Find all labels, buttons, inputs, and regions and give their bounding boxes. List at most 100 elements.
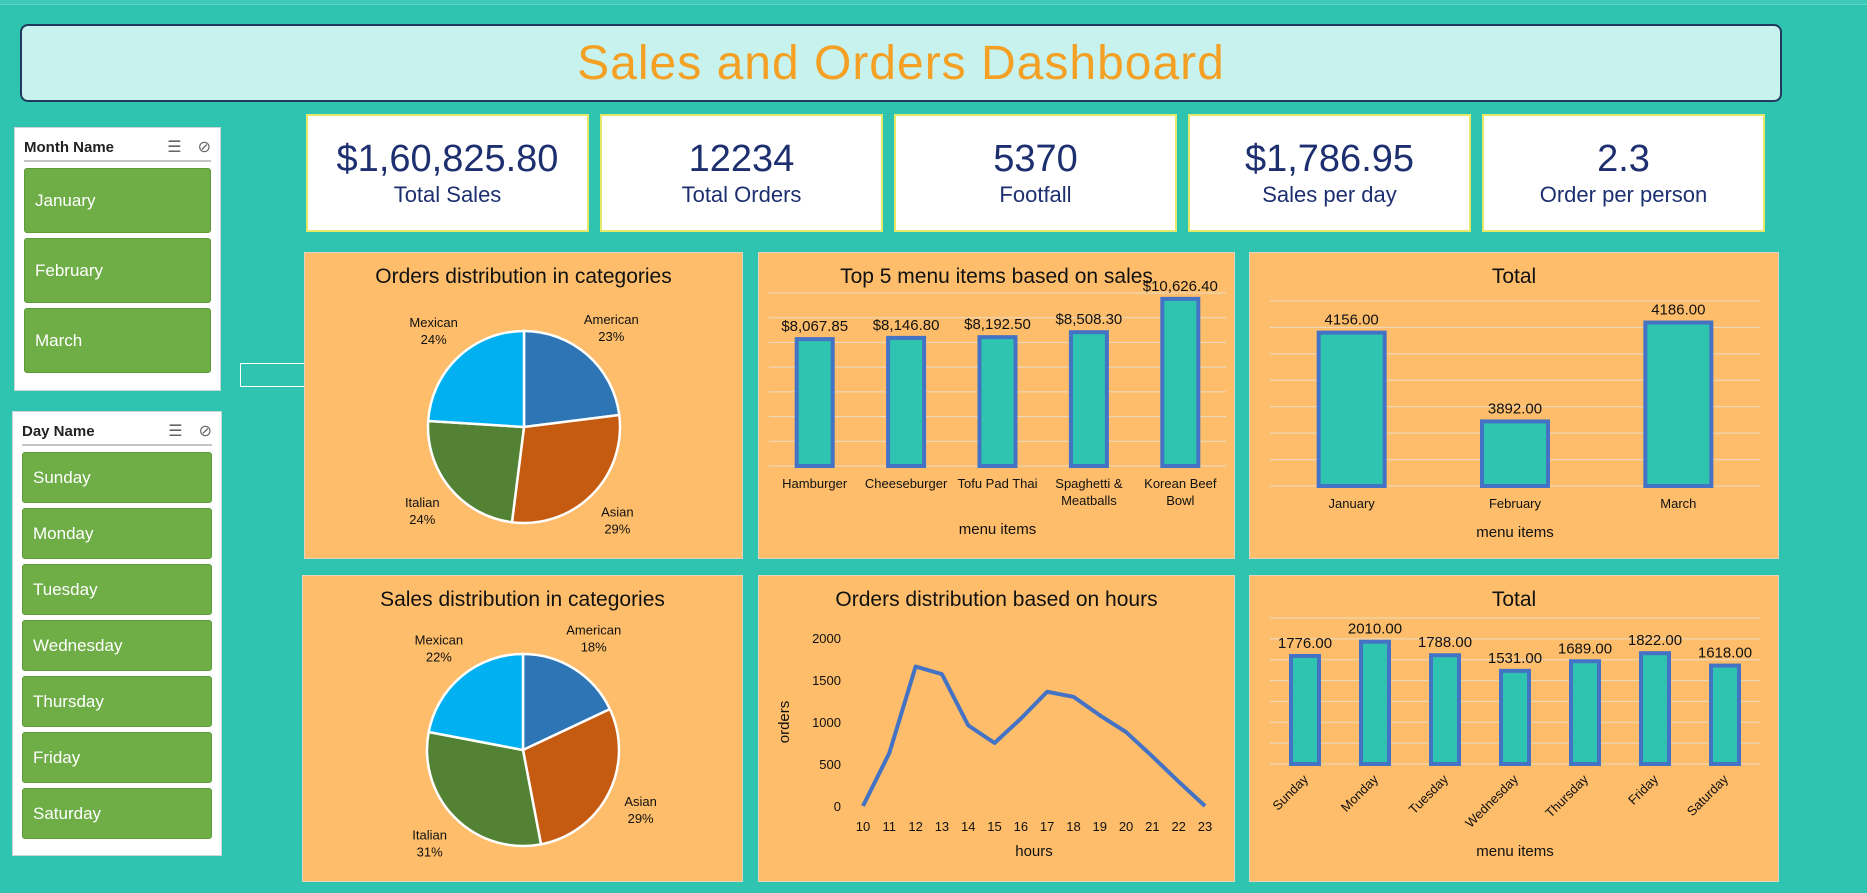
slicer-item-label: March (35, 330, 83, 350)
month-slicer-header: Month Name ☰ ⊘ (24, 134, 211, 162)
tick-label: Korean Beef (1144, 476, 1217, 491)
slicer-item-monday[interactable]: Monday (22, 508, 212, 559)
slicer-item-label: Saturday (33, 803, 102, 823)
day-bar-chart: 1776.00 Sunday 2010.00 Monday 1788.00 Tuesday… (1269, 617, 1760, 860)
pie-slice-label: Mexican (415, 632, 463, 647)
kpi-label: Total Orders (681, 182, 802, 207)
kpi-label: Sales per day (1262, 182, 1397, 207)
bar (1499, 668, 1531, 766)
pie-slice-label: American (584, 312, 639, 327)
pie-slice-percent: 29% (604, 521, 630, 536)
dashboard-title: Sales and Orders Dashboard (577, 36, 1225, 90)
y-tick-label: 1500 (812, 673, 841, 688)
slicer-item-january[interactable]: January (24, 168, 211, 233)
slicer-item-saturday[interactable]: Saturday (22, 788, 212, 839)
pie-slice-label: Mexican (409, 315, 457, 330)
bar (1429, 653, 1461, 766)
pie-slice-mexican (427, 652, 525, 752)
x-tick-label: 12 (908, 819, 922, 834)
month-bar-chart: 4156.00 January 3892.00 February 4186.00 Marc… (1270, 300, 1760, 541)
x-tick-label: 11 (883, 819, 897, 834)
data-label: $10,626.40 (1143, 278, 1218, 295)
x-tick-label: 21 (1145, 819, 1159, 834)
day-slicer-title: Day Name (22, 422, 95, 440)
bar (794, 337, 835, 468)
slicer-item-wednesday[interactable]: Wednesday (22, 620, 212, 671)
multi-select-icon[interactable]: ☰ (167, 137, 181, 157)
tick-label: Tofu Pad Thai (958, 476, 1038, 491)
bar (1289, 653, 1321, 766)
kpi-value: $1,60,825.80 (336, 138, 559, 180)
tick-label: Thursday (1542, 771, 1591, 820)
pie-slice-label: American (566, 623, 621, 638)
kpi-sales-per-day: $1,786.95 Sales per day (1188, 114, 1471, 232)
slicer-item-sunday[interactable]: Sunday (22, 452, 212, 503)
clear-filter-icon[interactable]: ⊘ (198, 137, 211, 157)
x-tick-label: 18 (1066, 819, 1080, 834)
multi-select-icon[interactable]: ☰ (168, 421, 182, 441)
pie-slice-label: Italian (412, 827, 447, 842)
slicer-item-label: February (35, 260, 104, 280)
bar (1709, 663, 1741, 766)
pie-slice-percent: 23% (598, 329, 624, 344)
data-label: 2010.00 (1348, 621, 1402, 638)
day-slicer: Day Name ☰ ⊘ Sunday Monday Tuesday Wedne… (12, 411, 222, 856)
tick-label: Tuesday (1406, 771, 1452, 817)
pie-slice-label: Italian (405, 495, 440, 510)
pie-slice-italian (426, 419, 526, 524)
sales-pie-panel: Sales distribution in categories America… (302, 575, 743, 882)
x-tick-label: 16 (1014, 819, 1028, 834)
x-tick-label: 13 (935, 819, 949, 834)
tick-label: Sunday (1269, 771, 1311, 813)
pie-slice-label: Asian (601, 504, 634, 519)
pie-slice-percent: 31% (417, 844, 443, 859)
slicer-item-label: Friday (33, 747, 81, 767)
dashboard-title-banner: Sales and Orders Dashboard (20, 24, 1782, 102)
data-label: 4156.00 (1325, 312, 1379, 329)
x-tick-label: 10 (856, 819, 870, 834)
x-tick-label: 20 (1119, 819, 1133, 834)
data-label: 3892.00 (1488, 400, 1542, 417)
x-tick-label: 19 (1093, 819, 1107, 834)
clear-filter-icon[interactable]: ⊘ (199, 421, 212, 441)
bar (1569, 659, 1601, 766)
pie-slice-percent: 18% (581, 640, 607, 655)
slicer-item-february[interactable]: February (24, 238, 211, 303)
bar (1359, 639, 1391, 766)
kpi-value: 12234 (688, 138, 795, 180)
tick-label: Monday (1338, 771, 1382, 815)
data-label: $8,146.80 (873, 317, 940, 334)
y-tick-label: 2000 (812, 631, 841, 646)
hours-line-chart: 0 500 1000 1500 2000 10 11 12 13 14 15 16 17 18 19 20 21… (776, 631, 1212, 860)
y-tick-label: 1000 (812, 715, 841, 730)
y-tick-label: 0 (834, 799, 841, 814)
bar (977, 335, 1018, 469)
pie-slice-label: Asian (624, 794, 657, 809)
kpi-footfall: 5370 Footfall (894, 114, 1177, 232)
tick-label: Cheeseburger (865, 476, 948, 491)
x-tick-label: 22 (1171, 819, 1185, 834)
data-label: $8,192.50 (964, 316, 1031, 333)
kpi-value: 2.3 (1597, 138, 1650, 180)
x-tick-label: 15 (987, 819, 1001, 834)
bar (1160, 296, 1201, 469)
bar (1068, 330, 1109, 468)
slicer-item-label: January (35, 190, 96, 210)
tick-label: Friday (1625, 771, 1661, 807)
series-line (861, 664, 1207, 808)
slicer-item-label: Tuesday (33, 579, 98, 599)
slicer-item-label: Wednesday (33, 635, 123, 655)
slicer-item-tuesday[interactable]: Tuesday (22, 564, 212, 615)
data-label: 4186.00 (1651, 302, 1705, 319)
sheet-top-border (0, 0, 1867, 5)
pie-slice-percent: 29% (628, 811, 654, 826)
data-label: 1618.00 (1698, 645, 1752, 662)
data-label: 1531.00 (1488, 650, 1542, 667)
month-bar-panel: Total 4156.00 January 3892.00 February 4186.… (1249, 252, 1779, 559)
slicer-item-thursday[interactable]: Thursday (22, 676, 212, 727)
slicer-item-friday[interactable]: Friday (22, 732, 212, 783)
hours-line-panel: Orders distribution based on hours 0 500 1… (758, 575, 1235, 882)
y-tick-label: 500 (819, 757, 841, 772)
slicer-item-march[interactable]: March (24, 308, 211, 373)
kpi-label: Footfall (999, 182, 1072, 207)
